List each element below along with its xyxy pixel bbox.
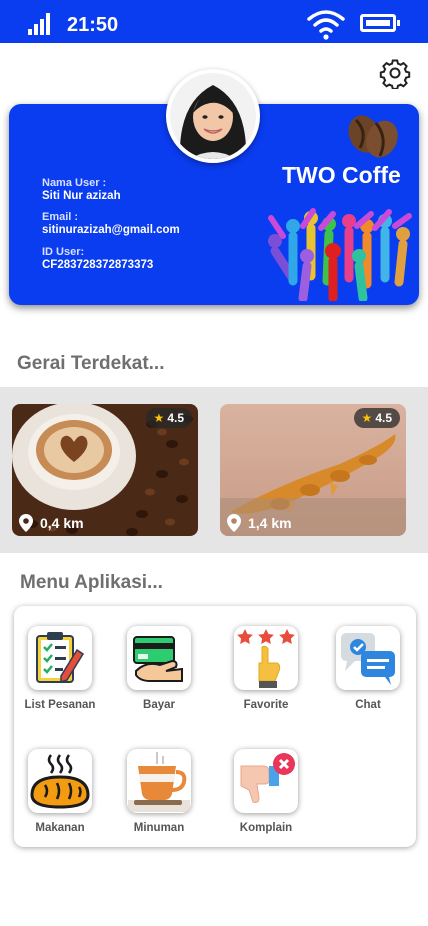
bread-icon	[30, 754, 90, 809]
user-email: sitinurazizah@gmail.com	[42, 224, 180, 236]
chat-bubbles-icon	[341, 633, 395, 685]
store-card-2[interactable]: ★ 4.5 1,4 km	[220, 404, 406, 536]
menu-item-label: Makanan	[35, 822, 85, 834]
menu-item-minuman[interactable]: Minuman	[114, 749, 204, 834]
stores-carousel[interactable]: ★ 4.5 0,4 km ★ 4.5 1,4 km	[0, 387, 428, 553]
user-name-label: Nama User :	[42, 177, 107, 189]
menu-item-chat[interactable]: Chat	[323, 626, 413, 711]
menu-item-bayar[interactable]: Bayar	[114, 626, 204, 711]
menu-item-label: Minuman	[133, 822, 185, 834]
brand-name: TWO Coffe	[282, 162, 401, 188]
menu-item-label: Chat	[355, 699, 381, 711]
thumbs-down-icon	[240, 753, 295, 803]
menu-item-makanan[interactable]: Makanan	[15, 749, 105, 834]
wifi-icon	[307, 10, 345, 40]
star-icon: ★	[361, 411, 373, 425]
coffee-beans-icon	[348, 115, 398, 158]
stores-section-title: Gerai Terdekat...	[17, 353, 165, 374]
menu-item-label: Bayar	[143, 699, 175, 711]
payment-card-icon	[133, 636, 183, 682]
user-id-block: ID User: CF283728372873373	[42, 246, 153, 272]
coffee-cup-icon	[128, 752, 190, 812]
star-icon: ★	[153, 411, 165, 425]
user-name-block: Nama User : Siti Nur azizah	[42, 177, 121, 203]
user-email-block: Email : sitinurazizah@gmail.com	[42, 211, 180, 237]
menu-item-label: Komplain	[239, 822, 293, 834]
avatar[interactable]	[166, 69, 260, 163]
menu-section-title: Menu Aplikasi...	[20, 572, 163, 593]
gear-icon[interactable]	[379, 57, 411, 89]
store-rating: ★ 4.5	[353, 408, 400, 428]
checklist-icon	[36, 632, 85, 684]
store-rating: ★ 4.5	[145, 408, 192, 428]
status-bar: 21:50	[0, 0, 428, 43]
user-email-label: Email :	[42, 211, 79, 223]
menu-item-komplain[interactable]: Komplain	[221, 749, 311, 834]
battery-icon	[360, 14, 400, 32]
store-distance: 0,4 km	[18, 514, 84, 532]
location-pin-icon	[227, 514, 241, 532]
signal-bars-icon	[28, 13, 52, 35]
people-group-illustration	[268, 208, 412, 301]
status-time: 21:50	[67, 14, 119, 36]
menu-item-favorite[interactable]: Favorite	[221, 626, 311, 711]
user-id-label: ID User:	[42, 246, 85, 258]
favorite-stars-icon	[237, 629, 295, 688]
user-id: CF283728372873373	[42, 259, 154, 271]
store-card-1[interactable]: ★ 4.5 0,4 km	[12, 404, 198, 536]
menu-item-label: Favorite	[243, 699, 289, 711]
user-name: Siti Nur azizah	[42, 190, 121, 202]
location-pin-icon	[19, 514, 33, 532]
menu-panel: List Pesanan Bayar Favorite Chat Makanan…	[14, 606, 416, 847]
menu-item-list-pesanan[interactable]: List Pesanan	[15, 626, 105, 711]
menu-item-label: List Pesanan	[24, 699, 96, 711]
store-distance: 1,4 km	[226, 514, 292, 532]
